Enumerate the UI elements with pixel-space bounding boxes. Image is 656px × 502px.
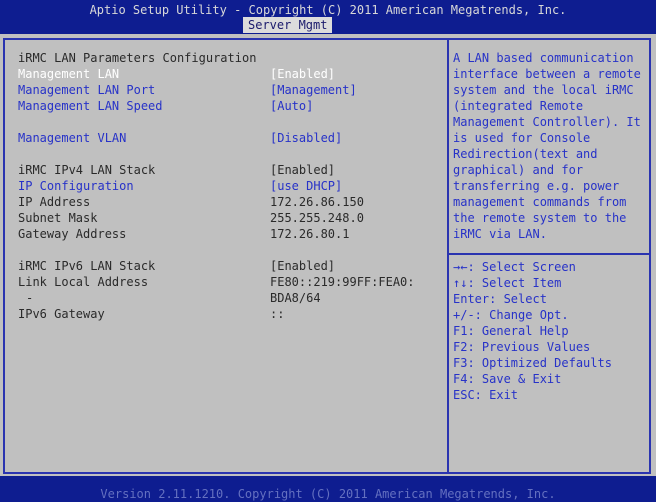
footer-bar: Version 2.11.1210. Copyright (C) 2011 Am… (0, 476, 656, 502)
key-select-screen: →←: Select Screen (453, 260, 576, 274)
app-title: Aptio Setup Utility - Copyright (C) 2011… (89, 3, 567, 17)
key-esc-exit: ESC: Exit (453, 388, 519, 402)
key-change-opt: +/-: Change Opt. (453, 308, 569, 322)
item-ip-address-value: 172.26.86.150 (270, 195, 364, 209)
item-ipv6-gateway-value: :: (270, 307, 285, 321)
item-ipv6-gateway-label: IPv6 Gateway (18, 307, 105, 321)
key-optimized-defaults: F3: Optimized Defaults (453, 356, 612, 370)
item-link-local-address-label: Link Local Address (18, 275, 149, 289)
item-subnet-mask-value: 255.255.248.0 (270, 211, 364, 225)
item-subnet-mask-label: Subnet Mask (18, 211, 98, 225)
item-management-lan-port-value[interactable]: [Management] (270, 82, 357, 98)
section-title: iRMC LAN Parameters Configuration (18, 51, 257, 65)
item-ip-configuration-label[interactable]: IP Configuration (18, 178, 134, 194)
item-ipv6-stack-label: iRMC IPv6 LAN Stack (18, 259, 156, 273)
item-gateway-address-value: 172.26.80.1 (270, 227, 350, 241)
key-enter-select: Enter: Select (453, 292, 547, 306)
item-management-lan-port-label[interactable]: Management LAN Port (18, 82, 155, 98)
item-ip-address-label: IP Address (18, 195, 91, 209)
item-link-local-continuation-value: BDA8/64 (270, 291, 321, 305)
item-ipv4-stack-label: iRMC IPv4 LAN Stack (18, 163, 156, 177)
item-management-lan-label[interactable]: Management LAN (18, 66, 119, 82)
tab-server-mgmt[interactable]: Server Mgmt (243, 17, 333, 33)
main-panel: iRMC LAN Parameters Configuration Manage… (0, 34, 656, 476)
item-management-vlan-value[interactable]: [Disabled] (270, 130, 342, 146)
item-management-lan-value[interactable]: [Enabled] (270, 66, 335, 82)
item-link-local-address-value: FE80::219:99FF:FEA0: (270, 275, 415, 289)
help-divider (449, 253, 649, 255)
item-ipv6-stack-value: [Enabled] (270, 259, 336, 273)
item-gateway-address-label: Gateway Address (18, 227, 127, 241)
key-general-help: F1: General Help (453, 324, 569, 338)
title-bar: Aptio Setup Utility - Copyright (C) 2011… (0, 0, 656, 34)
help-text: A LAN based communication interface betw… (453, 51, 641, 241)
key-previous-values: F2: Previous Values (453, 340, 591, 354)
item-management-lan-speed-label[interactable]: Management LAN Speed (18, 98, 163, 114)
item-management-vlan-label[interactable]: Management VLAN (18, 130, 126, 146)
item-ip-configuration-value[interactable]: [use DHCP] (270, 178, 342, 194)
item-management-lan-speed-value[interactable]: [Auto] (270, 98, 313, 114)
version-text: Version 2.11.1210. Copyright (C) 2011 Am… (100, 487, 556, 501)
item-link-local-continuation-label: - (26, 291, 34, 305)
key-save-exit: F4: Save & Exit (453, 372, 562, 386)
item-ipv4-stack-value: [Enabled] (270, 163, 336, 177)
key-select-item: ↑↓: Select Item (453, 276, 562, 290)
panel-divider (447, 38, 449, 474)
